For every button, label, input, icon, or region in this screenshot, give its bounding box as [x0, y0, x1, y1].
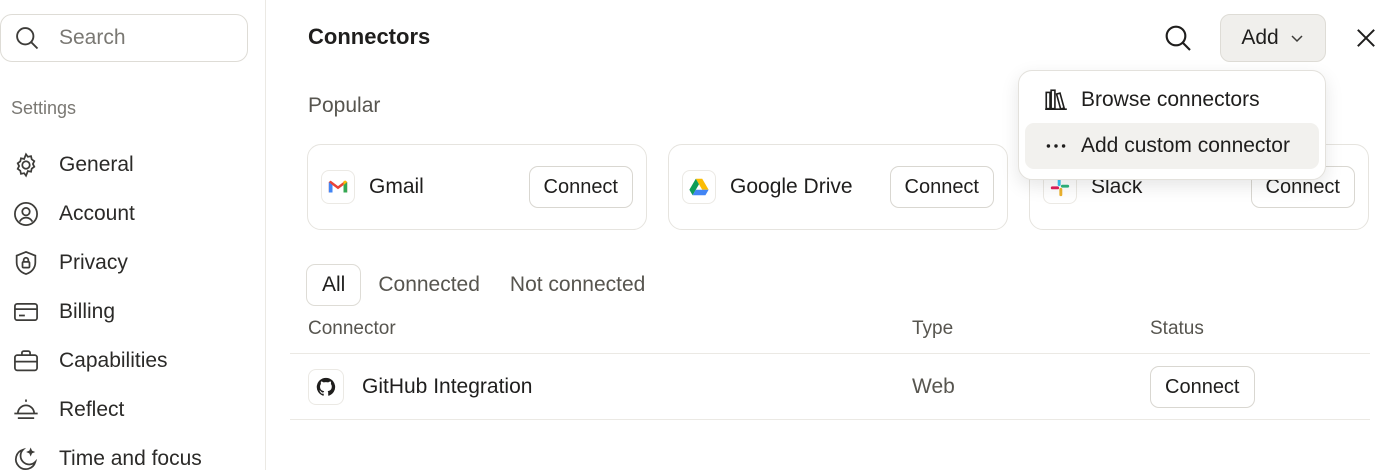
shield-lock-icon [15, 250, 37, 275]
column-header-type: Type [912, 318, 954, 339]
connector-card-gmail: Gmail Connect [307, 144, 647, 230]
sidebar-item-label: Account [59, 201, 135, 225]
connector-name: Gmail [369, 175, 424, 198]
gmail-icon [321, 170, 355, 204]
search-icon [16, 27, 39, 50]
connect-button[interactable]: Connect [889, 166, 994, 208]
page-title: Connectors [308, 24, 431, 49]
search-box[interactable]: Search [0, 14, 248, 62]
popular-heading: Popular [308, 94, 381, 117]
menu-item-add-custom-connector[interactable]: Add custom connector [1025, 123, 1319, 169]
sidebar-item-time-and-focus[interactable]: Time and focus [12, 434, 202, 470]
tab-not-connected[interactable]: Not connected [495, 264, 660, 306]
sidebar-item-label: Capabilities [59, 348, 168, 372]
tab-connected[interactable]: Connected [363, 264, 495, 306]
connector-name: GitHub Integration [362, 375, 533, 398]
add-button[interactable]: Add [1220, 14, 1326, 62]
close-icon[interactable] [1352, 24, 1380, 52]
user-circle-icon [14, 201, 38, 226]
credit-card-icon [14, 302, 38, 321]
connector-card-google-drive: Google Drive Connect [668, 144, 1008, 230]
sidebar-item-label: Time and focus [59, 446, 202, 470]
menu-item-label: Browse connectors [1081, 88, 1260, 111]
sunrise-icon [14, 399, 38, 419]
tab-all[interactable]: All [306, 264, 362, 306]
connector-type: Web [912, 375, 955, 398]
add-dropdown-menu: Browse connectors Add custom connector [1018, 70, 1326, 180]
search-input[interactable]: Search [59, 26, 126, 50]
sidebar-heading: Settings [11, 98, 77, 118]
sidebar-item-capabilities[interactable]: Capabilities [12, 336, 202, 385]
settings-nav: General Account Privacy Billing Capabili… [12, 140, 202, 470]
sidebar-item-privacy[interactable]: Privacy [12, 238, 202, 287]
sidebar-item-label: General [59, 152, 134, 176]
sidebar-item-label: Billing [59, 299, 116, 323]
column-header-connector: Connector [308, 318, 396, 339]
sidebar-item-general[interactable]: General [12, 140, 202, 189]
chevron-down-icon [1291, 35, 1303, 43]
github-icon [308, 369, 344, 405]
gear-icon [16, 151, 36, 178]
menu-item-browse-connectors[interactable]: Browse connectors [1025, 77, 1319, 123]
sidebar-item-label: Reflect [59, 397, 125, 421]
moon-icon [15, 446, 38, 470]
briefcase-icon [14, 349, 38, 371]
sidebar-item-reflect[interactable]: Reflect [12, 385, 202, 434]
books-icon [1045, 89, 1067, 111]
sidebar-item-account[interactable]: Account [12, 189, 202, 238]
add-button-label: Add [1241, 26, 1279, 49]
connect-button[interactable]: Connect [528, 166, 633, 208]
connectors-table: Connector Type Status GitHub Integration… [290, 306, 1370, 420]
menu-item-label: Add custom connector [1081, 134, 1290, 157]
sidebar-item-label: Privacy [59, 250, 128, 274]
ellipsis-icon [1046, 144, 1066, 148]
settings-sidebar: Search Settings General Account Privacy … [0, 0, 266, 470]
table-row[interactable]: GitHub Integration Web Connect [290, 354, 1370, 420]
connect-button[interactable]: Connect [1150, 366, 1255, 408]
connector-filter-tabs: All Connected Not connected [306, 264, 660, 306]
table-header: Connector Type Status [290, 306, 1370, 354]
column-header-status: Status [1150, 318, 1204, 339]
search-icon[interactable] [1162, 22, 1194, 54]
sidebar-item-billing[interactable]: Billing [12, 287, 202, 336]
connector-name: Google Drive [730, 175, 853, 198]
google-drive-icon [682, 170, 716, 204]
